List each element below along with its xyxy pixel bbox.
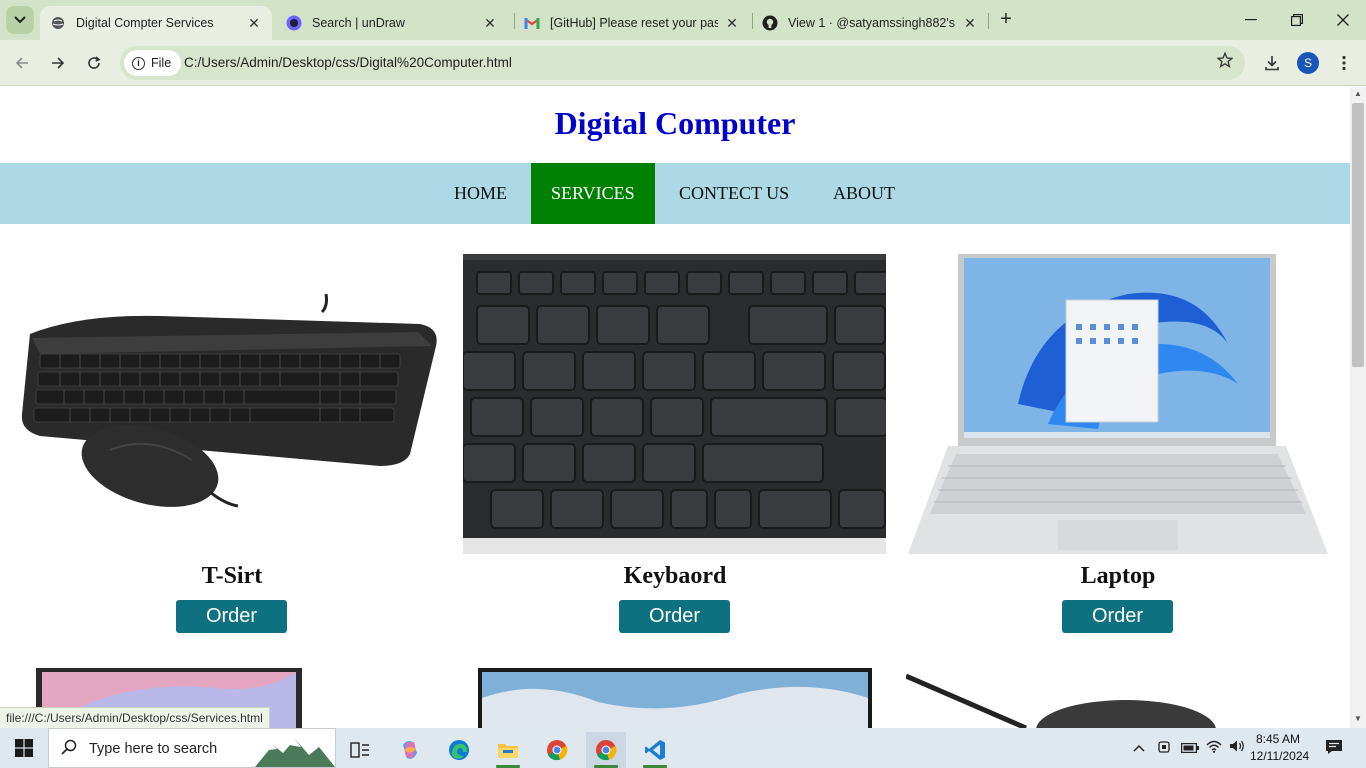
browser-toolbar: i File C:/Users/Admin/Desktop/css/Digita…	[0, 40, 1366, 86]
battery-icon[interactable]	[1181, 741, 1199, 756]
copilot-icon[interactable]	[390, 732, 430, 768]
profile-avatar[interactable]: S	[1297, 52, 1319, 74]
close-tab-icon[interactable]: ✕	[246, 15, 262, 32]
tab-search-undraw[interactable]: Search | unDraw ✕	[276, 6, 508, 40]
tab-search-button[interactable]	[6, 6, 34, 34]
show-hidden-icons-chevron-icon[interactable]	[1133, 740, 1145, 755]
clock-date: 12/11/2024	[1250, 749, 1310, 763]
nav-about[interactable]: ABOUT	[813, 163, 915, 224]
nav-contect-us[interactable]: CONTECT US	[659, 163, 809, 224]
page-viewport: Digital Computer HOME SERVICES CONTECT U…	[0, 87, 1350, 728]
product-image-keyboard-mouse	[20, 254, 440, 554]
product-image-keyboard	[463, 254, 886, 554]
page-scrollbar[interactable]: ▲ ▼	[1350, 87, 1366, 728]
windows-start-icon[interactable]	[0, 728, 48, 768]
chevron-down-icon	[14, 16, 26, 24]
url-text[interactable]: C:/Users/Admin/Desktop/css/Digital%20Com…	[184, 55, 512, 70]
tab-title: Search | unDraw	[312, 16, 405, 30]
windows-taskbar: Type here to search 8:45 AM 12/11/2024	[0, 728, 1366, 768]
gmail-icon	[524, 15, 540, 31]
search-icon	[61, 739, 77, 760]
minimize-icon[interactable]	[1228, 0, 1274, 40]
address-bar[interactable]: i File C:/Users/Admin/Desktop/css/Digita…	[120, 46, 1245, 80]
search-placeholder: Type here to search	[89, 741, 218, 757]
chrome-icon[interactable]	[537, 732, 577, 768]
product-name: Keybaord	[623, 563, 727, 589]
taskbar-clock[interactable]: 8:45 AM 12/11/2024	[1250, 731, 1310, 765]
tab-github-view[interactable]: View 1 · @satyamssingh882's u ✕	[752, 6, 988, 40]
vscode-icon[interactable]	[635, 732, 675, 768]
download-icon[interactable]	[1259, 50, 1285, 76]
reload-icon[interactable]	[80, 49, 108, 77]
tab-title: Digital Compter Services	[76, 16, 214, 30]
new-tab-plus-icon[interactable]: +	[994, 8, 1018, 32]
back-arrow-icon[interactable]	[8, 49, 36, 77]
edge-icon[interactable]	[439, 732, 479, 768]
more-menu-icon[interactable]	[1331, 50, 1357, 76]
close-tab-icon[interactable]: ✕	[724, 15, 740, 32]
meet-now-icon[interactable]	[1157, 739, 1171, 758]
order-button[interactable]: Order	[176, 600, 287, 633]
github-icon	[762, 15, 778, 31]
notification-icon[interactable]	[1325, 739, 1343, 758]
tab-digital-compter-services[interactable]: Digital Compter Services ✕	[40, 6, 272, 40]
volume-icon[interactable]	[1229, 739, 1245, 756]
product-image-monitor	[478, 668, 872, 728]
nav-home[interactable]: HOME	[434, 163, 527, 224]
wifi-icon[interactable]	[1206, 739, 1222, 756]
tab-separator	[988, 13, 989, 29]
scrollbar-thumb[interactable]	[1352, 103, 1364, 367]
tab-title: [GitHub] Please reset your pass	[550, 16, 718, 30]
product-image-laptop	[908, 254, 1328, 554]
scroll-down-arrow-icon[interactable]: ▼	[1353, 714, 1363, 723]
bookmark-star-icon[interactable]	[1216, 51, 1234, 73]
product-name: T-Sirt	[201, 563, 263, 589]
task-view-icon[interactable]	[340, 732, 380, 768]
taskbar-search-box[interactable]: Type here to search	[48, 728, 336, 768]
close-tab-icon[interactable]: ✕	[962, 15, 978, 32]
nav-services[interactable]: SERVICES	[531, 163, 655, 224]
close-tab-icon[interactable]: ✕	[482, 15, 498, 32]
globe-icon	[50, 15, 66, 31]
undraw-icon	[286, 15, 302, 31]
chrome-active-icon[interactable]	[586, 732, 626, 768]
close-window-icon[interactable]	[1320, 0, 1366, 40]
order-button[interactable]: Order	[1062, 600, 1173, 633]
mountain-search-highlight-icon	[255, 739, 335, 767]
file-explorer-icon[interactable]	[488, 732, 528, 768]
tab-github-reset[interactable]: [GitHub] Please reset your pass ✕	[514, 6, 750, 40]
forward-arrow-icon[interactable]	[44, 49, 72, 77]
site-info-chip[interactable]: i File	[124, 50, 182, 76]
clock-time: 8:45 AM	[1255, 732, 1301, 746]
scroll-up-arrow-icon[interactable]: ▲	[1353, 89, 1363, 98]
site-title: Digital Computer	[554, 105, 796, 141]
order-button[interactable]: Order	[619, 600, 730, 633]
link-status-tooltip: file:///C:/Users/Admin/Desktop/css/Servi…	[0, 707, 270, 728]
tab-title: View 1 · @satyamssingh882's u	[788, 16, 956, 30]
tab-strip: Digital Compter Services ✕ Search | unDr…	[0, 0, 1366, 40]
site-chip-label: File	[151, 56, 172, 70]
info-icon: i	[132, 56, 145, 70]
product-image-mouse	[906, 668, 1222, 728]
site-nav-bar: HOME SERVICES CONTECT US ABOUT	[0, 163, 1350, 224]
restore-icon[interactable]	[1274, 0, 1320, 40]
product-name: Laptop	[1080, 563, 1156, 589]
